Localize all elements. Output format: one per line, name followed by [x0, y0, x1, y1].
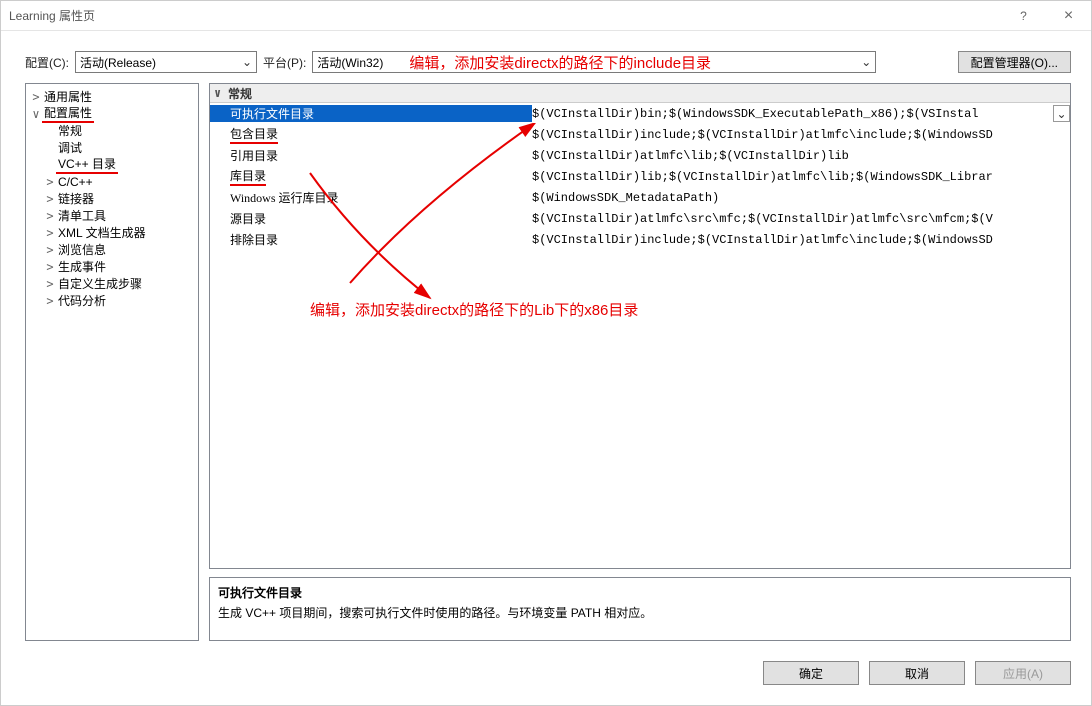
- annotation-include: 编辑，添加安装directx的路径下的include目录: [313, 52, 855, 72]
- tree-item-code-analysis[interactable]: >代码分析: [28, 292, 196, 309]
- window-title: Learning 属性页: [9, 7, 95, 24]
- tree-item-xml-doc[interactable]: >XML 文档生成器: [28, 224, 196, 241]
- tree-item-general[interactable]: 常规: [28, 122, 196, 139]
- platform-select[interactable]: 活动(Win32) 编辑，添加安装directx的路径下的include目录 ⌄: [312, 51, 876, 73]
- expand-icon[interactable]: >: [44, 277, 56, 291]
- dialog-buttons: 确定 取消 应用(A): [1, 651, 1091, 705]
- chevron-down-icon: ⌄: [861, 55, 871, 69]
- prop-value[interactable]: $(VCInstallDir)atlmfc\src\mfc;$(VCInstal…: [532, 212, 1070, 226]
- tree-item-vc-dirs[interactable]: VC++ 目录: [28, 156, 196, 173]
- tree-item-config-props[interactable]: ∨配置属性: [28, 105, 196, 122]
- tree-item-ccpp[interactable]: >C/C++: [28, 173, 196, 190]
- annotation-lib: 编辑，添加安装directx的路径下的Lib下的x86目录: [310, 299, 638, 320]
- property-page-dialog: Learning 属性页 ? × 配置(C): 活动(Release) ⌄ 平台…: [0, 0, 1092, 706]
- prop-value[interactable]: $(VCInstallDir)include;$(VCInstallDir)at…: [532, 233, 1070, 247]
- help-icon: ?: [1020, 9, 1027, 23]
- tree-item-debug[interactable]: 调试: [28, 139, 196, 156]
- collapse-icon[interactable]: ∨: [30, 107, 42, 121]
- prop-name: 引用目录: [210, 147, 532, 164]
- close-icon: ×: [1064, 7, 1073, 25]
- expand-icon[interactable]: >: [44, 260, 56, 274]
- collapse-icon[interactable]: ∨: [214, 86, 228, 100]
- prop-value[interactable]: $(VCInstallDir)lib;$(VCInstallDir)atlmfc…: [532, 170, 1070, 184]
- ok-button[interactable]: 确定: [763, 661, 859, 685]
- category-tree[interactable]: >通用属性 ∨配置属性 常规 调试 VC++ 目录 >C/C++ >链接器 >清…: [25, 83, 199, 641]
- prop-row-executable-dirs[interactable]: 可执行文件目录 $(VCInstallDir)bin;$(WindowsSDK_…: [210, 103, 1070, 124]
- prop-row-exclude-dirs[interactable]: 排除目录 $(VCInstallDir)include;$(VCInstallD…: [210, 229, 1070, 250]
- expand-icon[interactable]: >: [44, 243, 56, 257]
- tree-item-build-events[interactable]: >生成事件: [28, 258, 196, 275]
- description-box: 可执行文件目录 生成 VC++ 项目期间，搜索可执行文件时使用的路径。与环境变量…: [209, 577, 1071, 641]
- description-text: 生成 VC++ 项目期间，搜索可执行文件时使用的路径。与环境变量 PATH 相对…: [218, 604, 1062, 621]
- tree-item-custom-build[interactable]: >自定义生成步骤: [28, 275, 196, 292]
- prop-row-lib-dirs[interactable]: 库目录 $(VCInstallDir)lib;$(VCInstallDir)at…: [210, 166, 1070, 187]
- expand-icon[interactable]: >: [44, 294, 56, 308]
- expand-icon[interactable]: >: [44, 226, 56, 240]
- prop-name: 排除目录: [210, 231, 532, 248]
- close-button[interactable]: ×: [1046, 1, 1091, 31]
- property-panel: ∨ 常规 可执行文件目录 $(VCInstallDir)bin;$(Window…: [209, 83, 1071, 641]
- prop-value[interactable]: $(VCInstallDir)bin;$(WindowsSDK_Executab…: [532, 107, 1049, 121]
- config-select[interactable]: 活动(Release) ⌄: [75, 51, 257, 73]
- prop-name: 源目录: [210, 210, 532, 227]
- property-grid: ∨ 常规 可执行文件目录 $(VCInstallDir)bin;$(Window…: [209, 83, 1071, 569]
- description-heading: 可执行文件目录: [218, 584, 1062, 601]
- title-bar: Learning 属性页 ? ×: [1, 1, 1091, 31]
- tree-item-linker[interactable]: >链接器: [28, 190, 196, 207]
- prop-row-reference-dirs[interactable]: 引用目录 $(VCInstallDir)atlmfc\lib;$(VCInsta…: [210, 145, 1070, 166]
- prop-name: 包含目录: [210, 125, 532, 144]
- prop-row-source-dirs[interactable]: 源目录 $(VCInstallDir)atlmfc\src\mfc;$(VCIn…: [210, 208, 1070, 229]
- chevron-down-icon: ⌄: [1056, 107, 1066, 121]
- config-label: 配置(C):: [25, 54, 69, 71]
- prop-name: 库目录: [210, 167, 532, 186]
- grid-rows: 可执行文件目录 $(VCInstallDir)bin;$(WindowsSDK_…: [210, 103, 1070, 568]
- prop-name: 可执行文件目录: [210, 105, 532, 122]
- grid-group-header[interactable]: ∨ 常规: [210, 84, 1070, 103]
- prop-name: Windows 运行库目录: [210, 189, 532, 206]
- prop-value[interactable]: $(WindowsSDK_MetadataPath): [532, 191, 1070, 205]
- expand-icon[interactable]: >: [30, 90, 42, 104]
- dropdown-button[interactable]: ⌄: [1053, 105, 1070, 122]
- config-toolbar: 配置(C): 活动(Release) ⌄ 平台(P): 活动(Win32) 编辑…: [1, 31, 1091, 83]
- prop-row-include-dirs[interactable]: 包含目录 $(VCInstallDir)include;$(VCInstallD…: [210, 124, 1070, 145]
- tree-item-browse[interactable]: >浏览信息: [28, 241, 196, 258]
- apply-button[interactable]: 应用(A): [975, 661, 1071, 685]
- expand-icon[interactable]: >: [44, 175, 56, 189]
- expand-icon[interactable]: >: [44, 192, 56, 206]
- grid-group-label: 常规: [228, 85, 252, 102]
- config-select-value: 活动(Release): [80, 54, 236, 71]
- expand-icon[interactable]: >: [44, 209, 56, 223]
- prop-value[interactable]: $(VCInstallDir)atlmfc\lib;$(VCInstallDir…: [532, 149, 1070, 163]
- platform-label: 平台(P):: [263, 54, 306, 71]
- tree-item-manifest[interactable]: >清单工具: [28, 207, 196, 224]
- cancel-button[interactable]: 取消: [869, 661, 965, 685]
- prop-value[interactable]: $(VCInstallDir)include;$(VCInstallDir)at…: [532, 128, 1070, 142]
- help-button[interactable]: ?: [1001, 1, 1046, 31]
- config-manager-button[interactable]: 配置管理器(O)...: [958, 51, 1071, 73]
- prop-row-winrt-dirs[interactable]: Windows 运行库目录 $(WindowsSDK_MetadataPath): [210, 187, 1070, 208]
- config-manager-label: 配置管理器(O)...: [971, 54, 1058, 71]
- tree-item-common[interactable]: >通用属性: [28, 88, 196, 105]
- chevron-down-icon: ⌄: [242, 55, 252, 69]
